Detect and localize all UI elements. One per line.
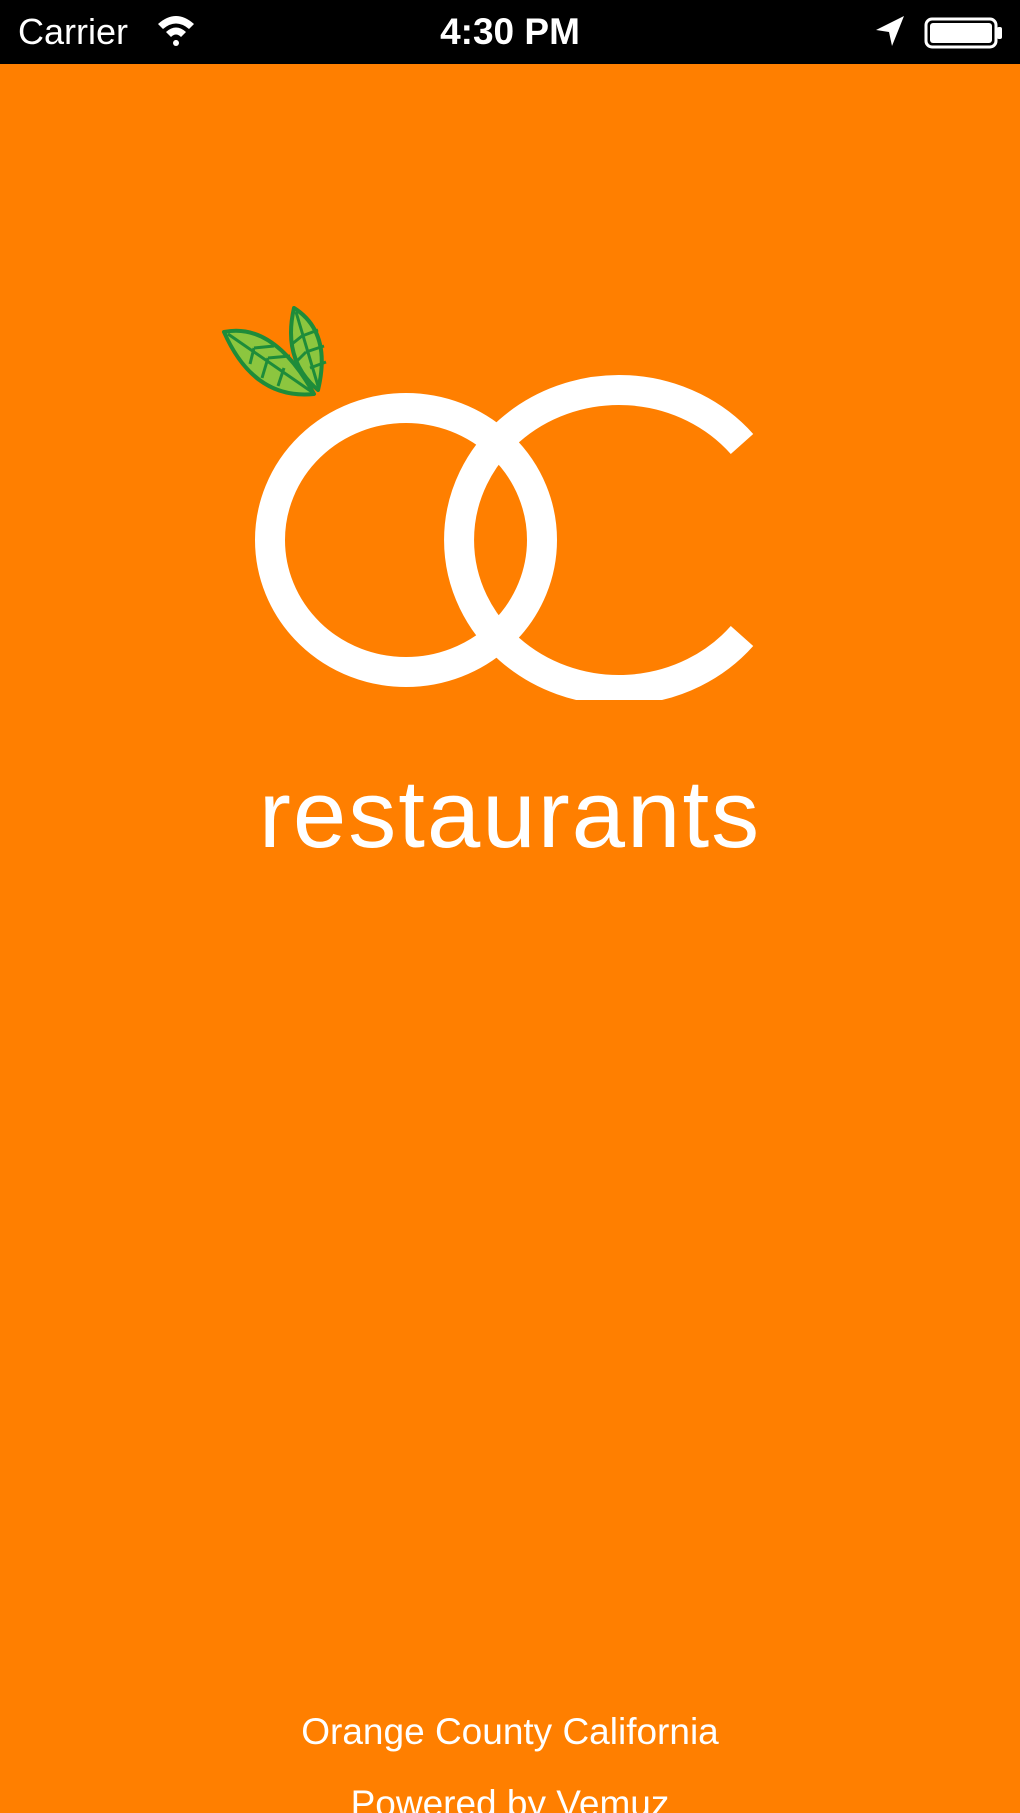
region-label: Orange County California xyxy=(301,1711,719,1752)
oc-logo: OC xyxy=(222,306,754,700)
splash-screen: OC restaurants Orange County California … xyxy=(0,64,1020,1813)
powered-by-label: Powered by Vemuz xyxy=(350,1783,670,1813)
battery-icon xyxy=(924,17,1002,49)
clock: 4:30 PM xyxy=(440,11,580,52)
app-wordmark: restaurants xyxy=(258,761,762,868)
leaf-icon xyxy=(222,306,327,397)
location-arrow-icon xyxy=(876,16,904,46)
status-bar: Carrier 4:30 PM xyxy=(0,0,1020,64)
